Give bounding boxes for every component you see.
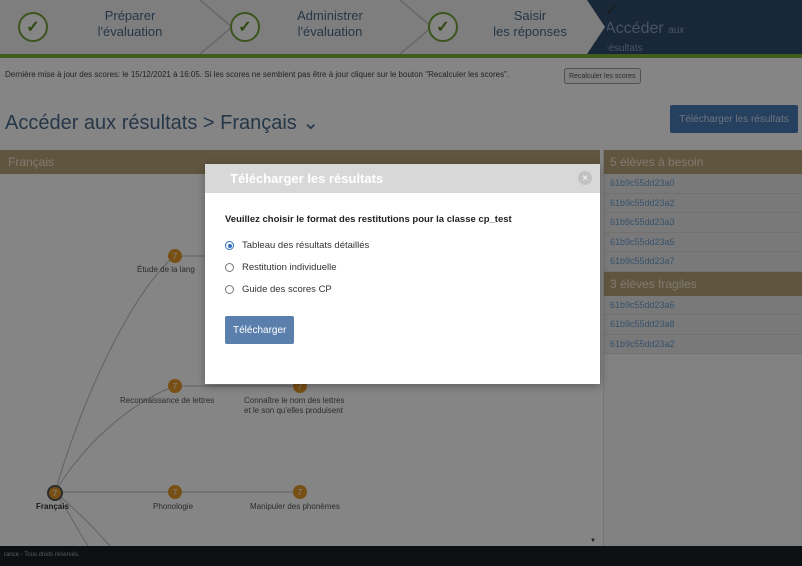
dialog-title: Télécharger les résultats — [230, 171, 384, 186]
radio-button[interactable] — [225, 263, 234, 272]
option-label: Restitution individuelle — [242, 262, 337, 273]
option-label: Guide des scores CP — [242, 284, 332, 295]
option-restitution[interactable]: Restitution individuelle — [225, 262, 337, 273]
option-guide[interactable]: Guide des scores CP — [225, 284, 332, 295]
radio-button[interactable] — [225, 241, 234, 250]
radio-button[interactable] — [225, 285, 234, 294]
dialog-header: Télécharger les résultats × — [205, 164, 600, 193]
option-label: Tableau des résultats détaillés — [242, 240, 370, 251]
option-tableau[interactable]: Tableau des résultats détaillés — [225, 240, 369, 251]
download-button[interactable]: Télécharger — [225, 316, 295, 344]
format-question: Veuillez choisir le format des restituti… — [225, 214, 512, 225]
download-results-dialog: Télécharger les résultats × Veuillez cho… — [205, 164, 600, 384]
close-icon[interactable]: × — [578, 171, 592, 185]
